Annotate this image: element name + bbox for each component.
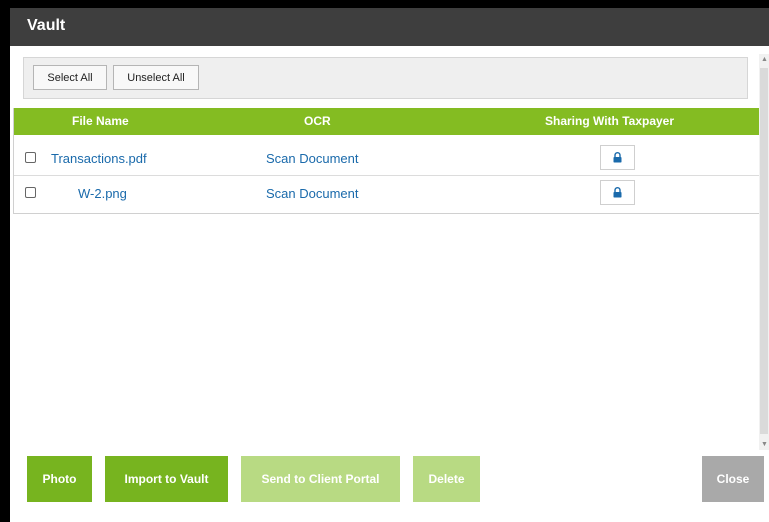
close-button[interactable]: Close bbox=[702, 456, 764, 502]
column-header-sharing[interactable]: Sharing With Taxpayer bbox=[545, 114, 674, 128]
delete-button[interactable]: Delete bbox=[413, 456, 480, 502]
scrollbar-thumb[interactable] bbox=[760, 68, 768, 434]
row-checkbox[interactable] bbox=[25, 187, 36, 198]
screen-frame: Vault Select All Unselect All File Name … bbox=[0, 0, 769, 522]
dialog-title: Vault bbox=[27, 17, 66, 34]
table-header: File Name OCR Sharing With Taxpayer bbox=[14, 108, 760, 135]
scroll-up-arrow-icon[interactable]: ▲ bbox=[761, 56, 768, 63]
photo-button[interactable]: Photo bbox=[27, 456, 92, 502]
sharing-toggle-button[interactable] bbox=[600, 145, 635, 170]
selection-toolbar: Select All Unselect All bbox=[23, 57, 748, 99]
column-header-file-name[interactable]: File Name bbox=[72, 114, 129, 128]
vertical-scrollbar[interactable]: ▲ ▼ bbox=[759, 54, 769, 450]
row-checkbox[interactable] bbox=[25, 152, 36, 163]
files-table: File Name OCR Sharing With Taxpayer Tran… bbox=[13, 108, 760, 214]
column-header-ocr[interactable]: OCR bbox=[304, 114, 331, 128]
file-name-link[interactable]: Transactions.pdf bbox=[51, 151, 147, 166]
lock-icon bbox=[613, 152, 622, 163]
dialog-titlebar: Vault bbox=[10, 8, 769, 46]
table-row: Transactions.pdf Scan Document bbox=[14, 141, 760, 176]
vault-dialog: Vault Select All Unselect All File Name … bbox=[10, 8, 769, 522]
file-name-link[interactable]: W-2.png bbox=[78, 186, 127, 201]
scan-document-link[interactable]: Scan Document bbox=[266, 186, 359, 201]
send-to-client-portal-button[interactable]: Send to Client Portal bbox=[241, 456, 400, 502]
scroll-down-arrow-icon[interactable]: ▼ bbox=[761, 441, 768, 448]
scan-document-link[interactable]: Scan Document bbox=[266, 151, 359, 166]
sharing-toggle-button[interactable] bbox=[600, 180, 635, 205]
unselect-all-button[interactable]: Unselect All bbox=[113, 65, 199, 90]
select-all-button[interactable]: Select All bbox=[33, 65, 107, 90]
table-row: W-2.png Scan Document bbox=[14, 176, 760, 211]
import-to-vault-button[interactable]: Import to Vault bbox=[105, 456, 228, 502]
lock-icon bbox=[613, 187, 622, 198]
